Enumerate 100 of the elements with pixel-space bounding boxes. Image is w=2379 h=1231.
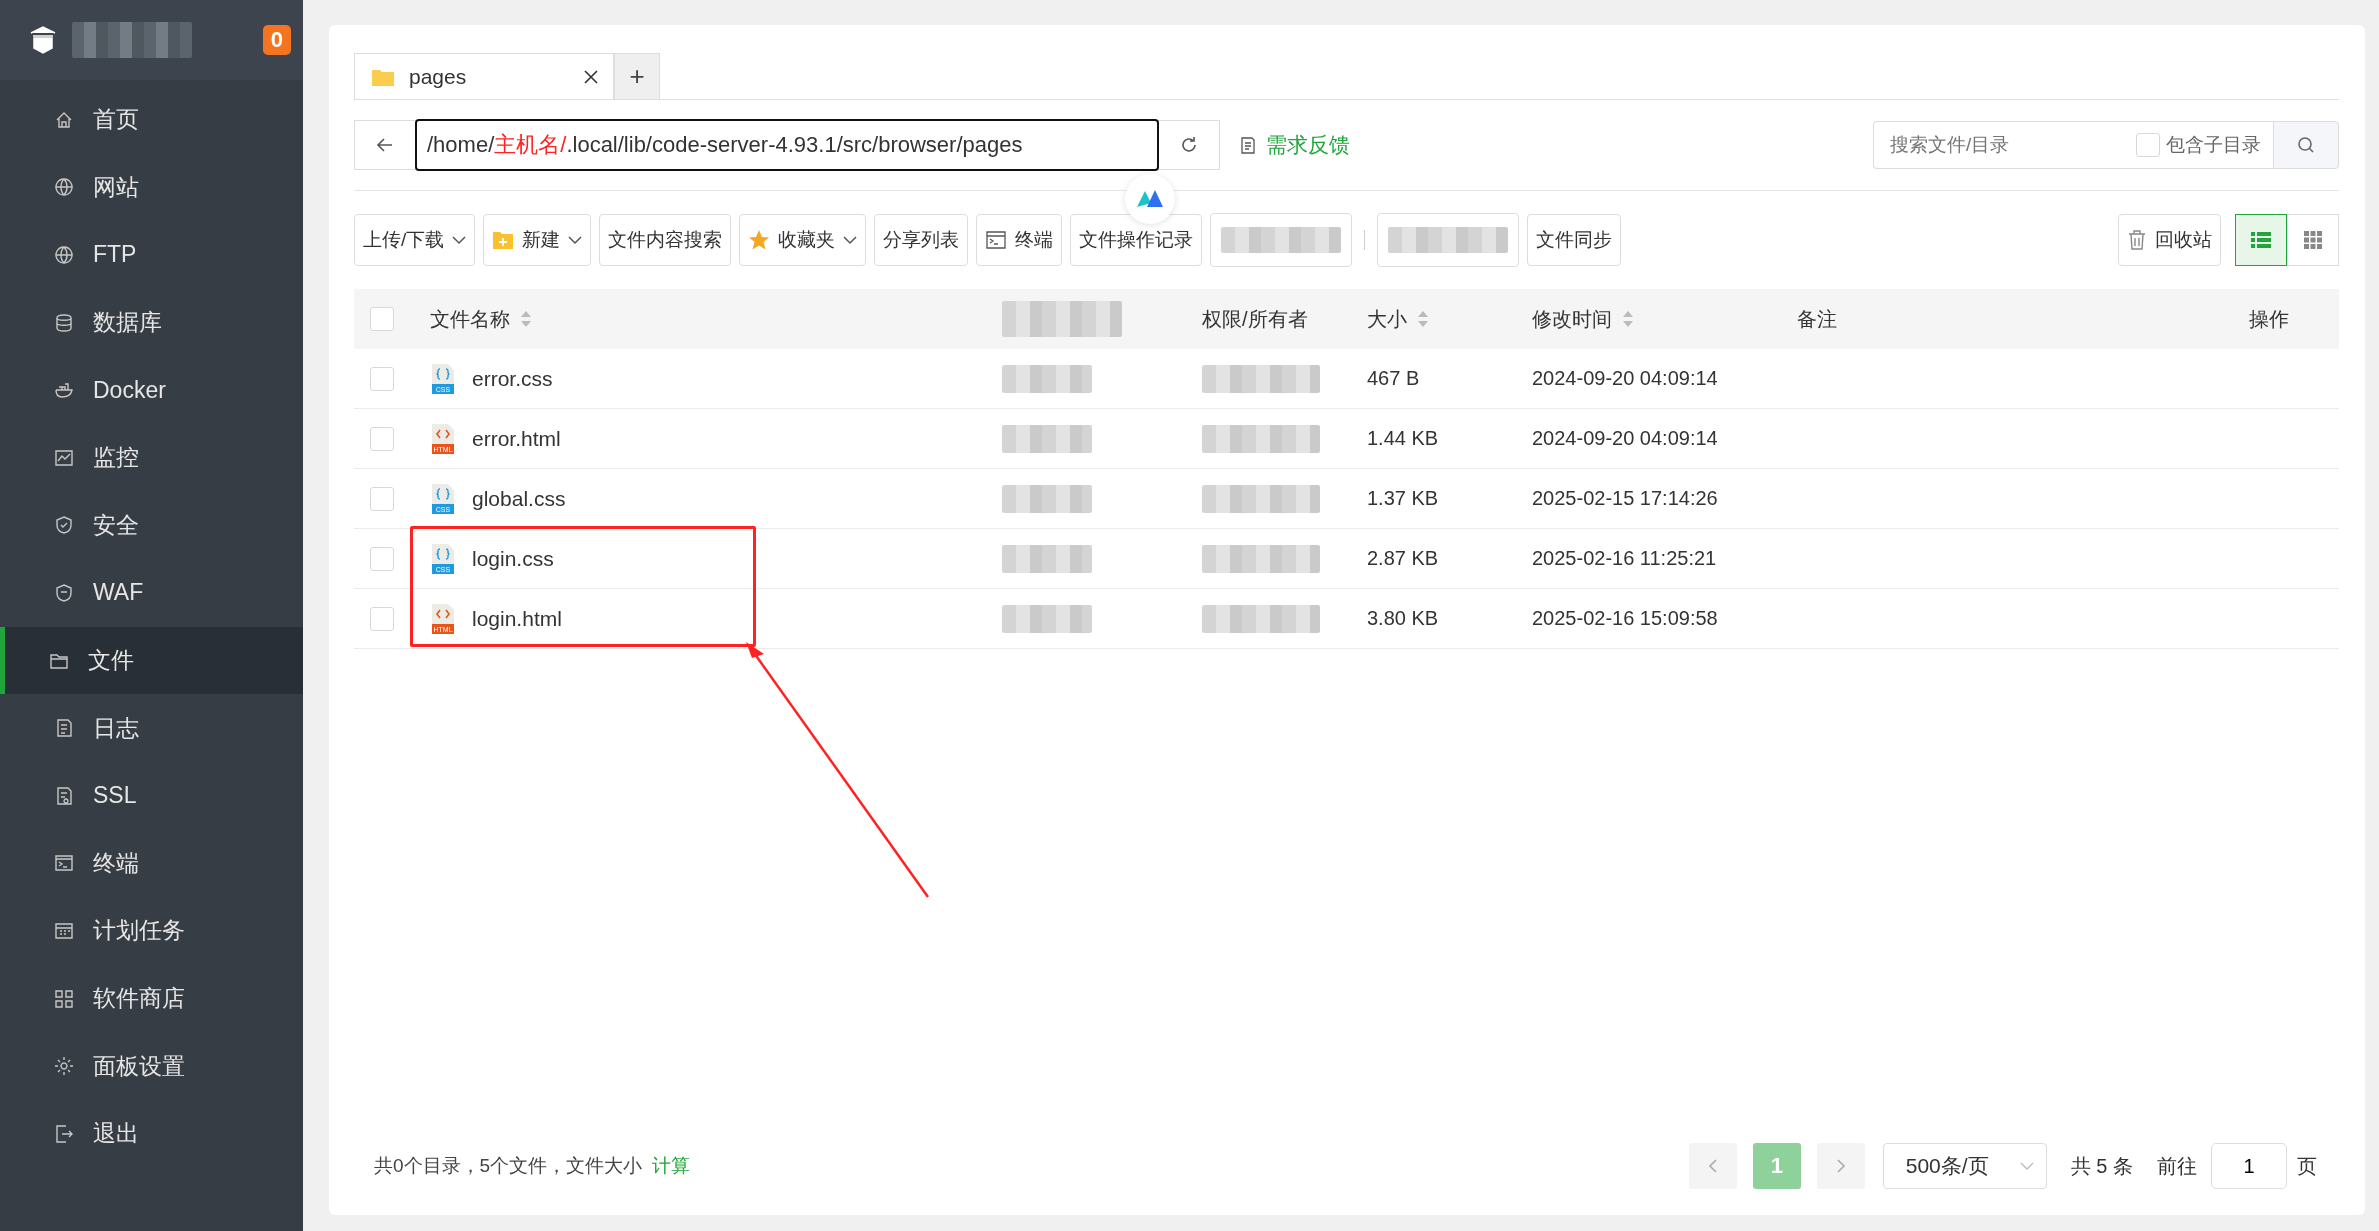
modified-time: 2025-02-15 17:14:26 [1532,487,1718,510]
menu-item-icon [53,311,75,334]
toolbar-button[interactable]: 分享列表 [874,214,969,266]
chevron-right-icon [1834,1158,1847,1174]
row-checkbox[interactable] [370,606,394,631]
column-header: 大小 [1367,306,1407,332]
toolbar-button[interactable]: 文件内容搜索 [599,214,732,266]
column-header: 修改时间 [1532,306,1612,332]
row-checkbox[interactable] [370,366,394,391]
sort-icon[interactable] [520,309,532,329]
toolbar-button[interactable]: 新建 [483,214,592,266]
column-header: 操作 [2249,306,2289,332]
select-all-checkbox[interactable] [370,307,394,331]
modified-time: 2024-09-20 04:09:14 [1532,367,1718,390]
toolbar-button[interactable]: 文件操作记录 [1070,214,1203,266]
new-folder-icon [492,230,515,250]
caret-icon [2019,1161,2034,1171]
file-name[interactable]: login.css [472,546,554,571]
logo-icon [28,25,58,55]
menu-item-icon [53,176,75,199]
grid-icon [2303,230,2323,250]
trash-icon [2127,229,2147,251]
file-size: 1.44 KB [1367,427,1439,450]
caret-icon [843,235,858,245]
sidebar-item[interactable]: 计划任务 [0,897,303,965]
file-size: 467 B [1367,367,1420,390]
sidebar-item[interactable]: 首页 [0,86,303,154]
sort-icon[interactable] [1622,309,1634,329]
modified-time: 2024-09-20 04:09:14 [1532,427,1718,450]
file-name[interactable]: error.css [472,366,553,391]
toolbar-button[interactable]: 收藏夹 [739,214,867,266]
modified-time: 2025-02-16 11:25:21 [1532,547,1717,570]
column-header: 文件名称 [430,306,510,332]
sidebar-item[interactable]: 软件商店 [0,964,303,1033]
sidebar-item[interactable]: 监控 [0,423,303,492]
recycle-bin-button[interactable]: 回收站 [2118,214,2221,266]
file-size: 3.80 KB [1367,607,1439,630]
star-icon [748,229,771,251]
toolbar-button[interactable]: 上传/下载 [354,214,476,266]
menu-item-icon [53,244,75,266]
caret-icon [568,235,583,245]
page-unit: 页 [2297,1153,2317,1179]
page-input[interactable]: 1 [2211,1143,2287,1189]
menu-item-icon [53,514,75,537]
row-checkbox[interactable] [370,546,394,571]
page-size-select[interactable]: 500条/页 [1882,1143,2047,1189]
menu-item-icon [53,581,75,604]
translate-icon[interactable] [1125,174,1175,224]
sort-icon[interactable] [1417,309,1429,329]
list-icon [2250,230,2272,250]
refresh-icon [1179,135,1199,155]
total-count: 共 5 条 [2070,1153,2133,1179]
list-view-button[interactable] [2235,214,2287,266]
column-header: 权限/所有者 [1202,306,1308,332]
sidebar-item[interactable]: 安全 [0,491,303,560]
menu-item-icon [53,1122,75,1145]
sidebar-item[interactable]: 数据库 [0,288,303,357]
chevron-left-icon [1706,1158,1719,1174]
document-icon [1238,135,1258,155]
sidebar-item[interactable]: 文件 [0,626,303,695]
search-icon [2296,135,2316,155]
redacted-button[interactable] [1377,213,1520,267]
sidebar-item[interactable]: 终端 [0,829,303,898]
file-name[interactable]: error.html [472,426,561,451]
file-size: 1.37 KB [1367,487,1439,510]
summary-text: 共0个目录，5个文件，文件大小 [374,1154,643,1178]
sidebar-item[interactable]: 退出 [0,1099,303,1168]
path-field[interactable]: /home/主机名/.local/lib/code-server-4.93.1/src/browser/pages [415,119,1159,171]
row-checkbox[interactable] [370,486,394,511]
sidebar-item[interactable]: 面板设置 [0,1032,303,1100]
sidebar-item[interactable]: SSL [0,761,303,830]
caret-icon [452,235,467,245]
new-tab-button[interactable]: + [614,53,660,99]
row-checkbox[interactable] [370,426,394,451]
sidebar-item[interactable]: Docker [0,356,303,424]
next-page-button[interactable] [1816,1143,1865,1189]
file-name[interactable]: global.css [472,486,566,511]
close-icon[interactable] [583,68,599,85]
goto-label: 前往 [2157,1153,2197,1179]
file-name[interactable]: login.html [472,606,562,631]
search-field[interactable]: 搜索文件/目录 [1873,121,2136,169]
sidebar-item[interactable]: 日志 [0,694,303,762]
toolbar-button[interactable]: 终端 [976,214,1063,266]
modified-time: 2025-02-16 15:09:58 [1532,607,1718,630]
checkbox-label: 包含子目录 [2166,133,2261,157]
redacted-button[interactable] [1210,213,1353,267]
sidebar-item[interactable]: FTP [0,221,303,289]
sidebar-item[interactable]: 网站 [0,153,303,222]
menu-item-icon [53,1055,75,1078]
search-button[interactable] [2273,121,2339,169]
column-header: 备注 [1797,306,1837,332]
grid-view-button[interactable] [2287,214,2339,266]
checkbox[interactable] [2136,133,2160,157]
sidebar-item[interactable]: WAF [0,559,303,627]
menu-item-icon [53,987,75,1010]
folder-tab[interactable]: pages [354,53,614,99]
terminal-icon [985,230,1008,250]
previous-page-button[interactable] [1688,1143,1737,1189]
toolbar-button[interactable]: 文件同步 [1527,214,1622,266]
file-size: 2.87 KB [1367,547,1439,570]
